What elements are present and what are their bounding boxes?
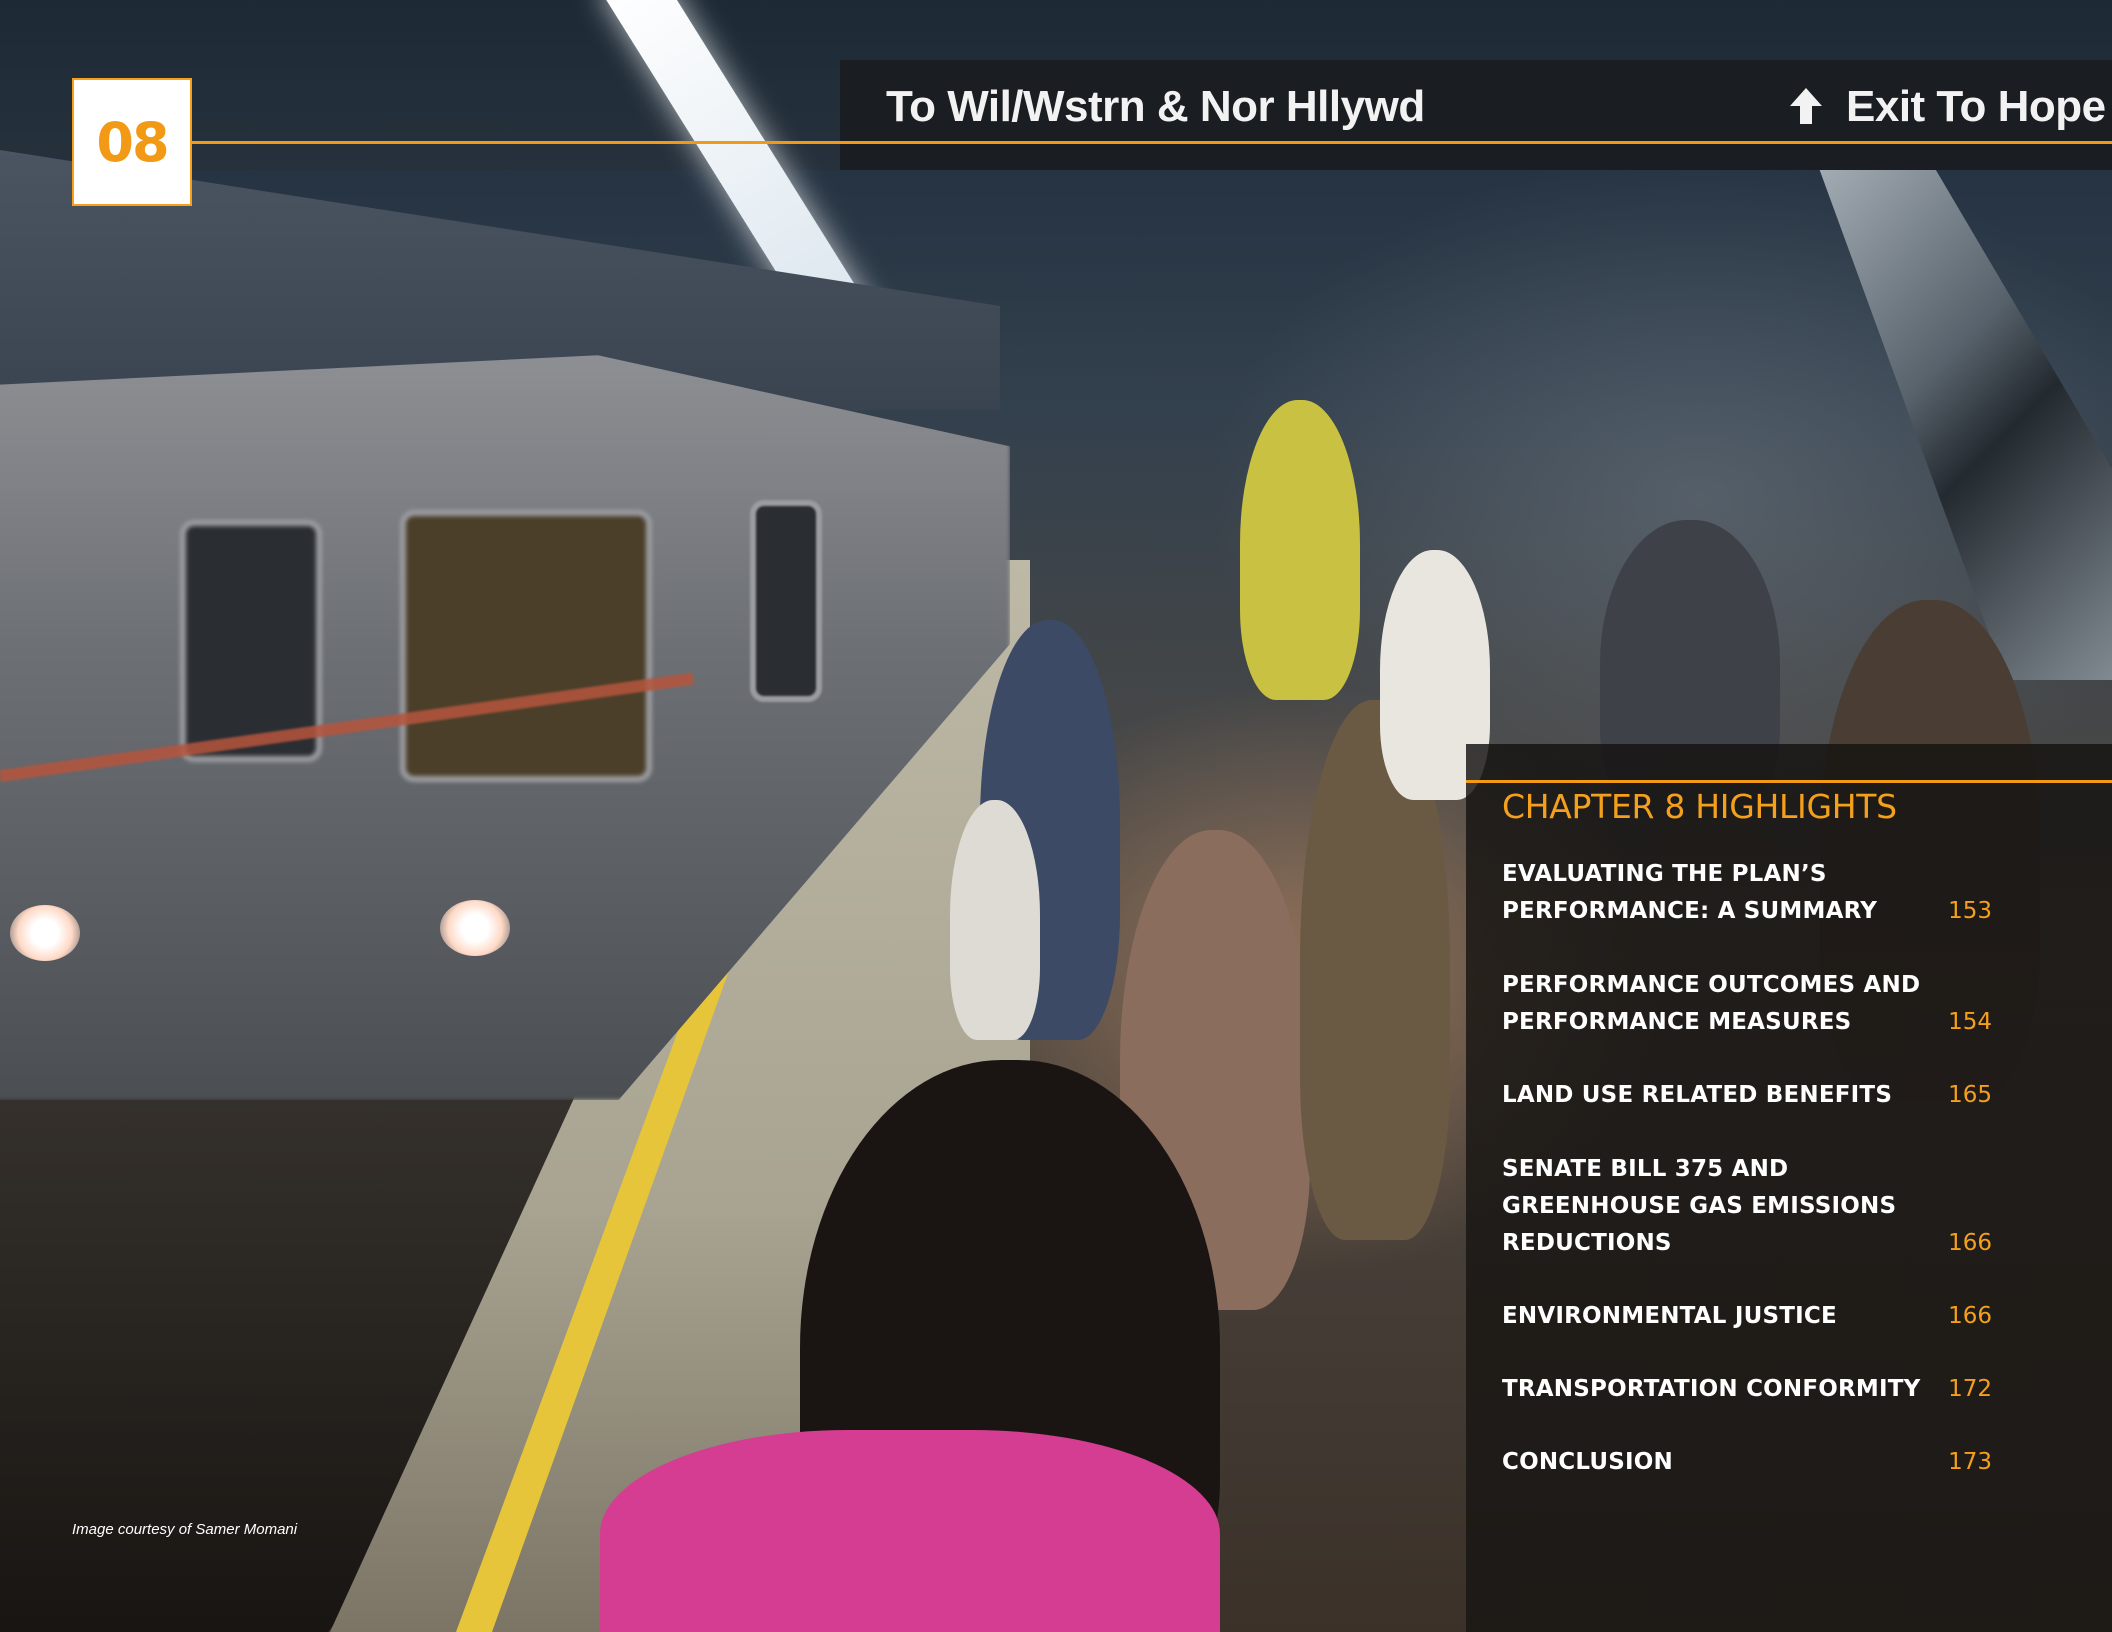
train-headlight (10, 905, 80, 961)
toc-item-label: EVALUATING THE PLAN’S PERFORMANCE: A SUM… (1502, 861, 1878, 924)
train-window (750, 500, 822, 702)
highlights-rule (1466, 780, 2112, 783)
toc-item-page: 165 (1948, 1082, 1992, 1108)
crowd-person (950, 800, 1040, 1040)
toc-item[interactable]: ENVIRONMENTAL JUSTICE 166 (1502, 1298, 1992, 1335)
platform-direction-sign: To Wil/Wstrn & Nor Hllywd (886, 82, 1425, 131)
train-window (400, 510, 652, 782)
exit-sign: Exit To Hope (1846, 82, 2106, 131)
train-headlight (440, 900, 510, 956)
chapter-number: 08 (96, 110, 169, 174)
toc-item-page: 166 (1948, 1303, 1992, 1329)
toc-item-label: ENVIRONMENTAL JUSTICE (1502, 1303, 1837, 1329)
header-rule (192, 141, 2112, 144)
crowd-person (1240, 400, 1360, 700)
toc-item[interactable]: EVALUATING THE PLAN’S PERFORMANCE: A SUM… (1502, 856, 1992, 930)
photo-credit: Image courtesy of Samer Momani (72, 1521, 298, 1538)
toc-item[interactable]: CONCLUSION 173 (1502, 1444, 1992, 1481)
toc-item-label: CONCLUSION (1502, 1449, 1673, 1475)
toc-item-label: LAND USE RELATED BENEFITS (1502, 1082, 1893, 1108)
toc-item[interactable]: SENATE BILL 375 AND GREENHOUSE GAS EMISS… (1502, 1151, 1992, 1262)
toc-item-page: 154 (1948, 1009, 1992, 1035)
toc-item[interactable]: TRANSPORTATION CONFORMITY 172 (1502, 1371, 1992, 1408)
crowd-person (600, 1430, 1220, 1632)
train-window (180, 520, 322, 762)
up-arrow-icon (1790, 88, 1822, 124)
chapter-badge: 08 (72, 78, 192, 206)
toc-item-page: 166 (1948, 1230, 1992, 1256)
toc-item-label: TRANSPORTATION CONFORMITY (1502, 1376, 1921, 1402)
toc-item[interactable]: PERFORMANCE OUTCOMES AND PERFORMANCE MEA… (1502, 967, 1992, 1041)
toc-item[interactable]: LAND USE RELATED BENEFITS 165 (1502, 1077, 1992, 1114)
toc-item-page: 173 (1948, 1449, 1992, 1475)
toc-item-page: 153 (1948, 898, 1992, 924)
highlights-title: CHAPTER 8 HIGHLIGHTS (1502, 787, 1897, 826)
toc-item-page: 172 (1948, 1376, 1992, 1402)
toc-item-label: SENATE BILL 375 AND GREENHOUSE GAS EMISS… (1502, 1156, 1897, 1256)
toc-item-label: PERFORMANCE OUTCOMES AND PERFORMANCE MEA… (1502, 972, 1921, 1035)
